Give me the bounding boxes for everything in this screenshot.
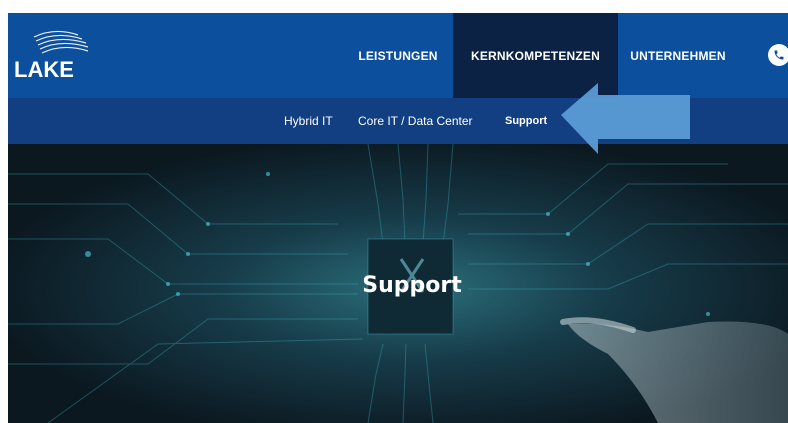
subnav-item-hybrid-it[interactable]: Hybrid IT [284,98,333,144]
logo[interactable]: LAKE [14,27,94,83]
logo-text: LAKE [14,57,74,82]
sub-navigation: Hybrid IT Core IT / Data Center Support [8,98,788,144]
logo-wave-icon [33,30,89,54]
subnav-item-support[interactable]: Support [505,98,547,144]
hero-title: Support [362,273,462,298]
nav-item-kernkompetenzen[interactable]: KERNKOMPETENZEN [453,13,618,98]
hero-banner: Support [8,144,788,423]
top-navigation: LAKE LEISTUNGEN KERNKOMPETENZEN UNTERNEH… [8,13,788,98]
phone-icon[interactable] [768,44,788,66]
nav-item-leistungen[interactable]: LEISTUNGEN [348,13,448,98]
page-frame: LAKE LEISTUNGEN KERNKOMPETENZEN UNTERNEH… [8,13,788,423]
nav-item-unternehmen[interactable]: UNTERNEHMEN [623,13,733,98]
subnav-item-core-it-data-center[interactable]: Core IT / Data Center [358,98,473,144]
